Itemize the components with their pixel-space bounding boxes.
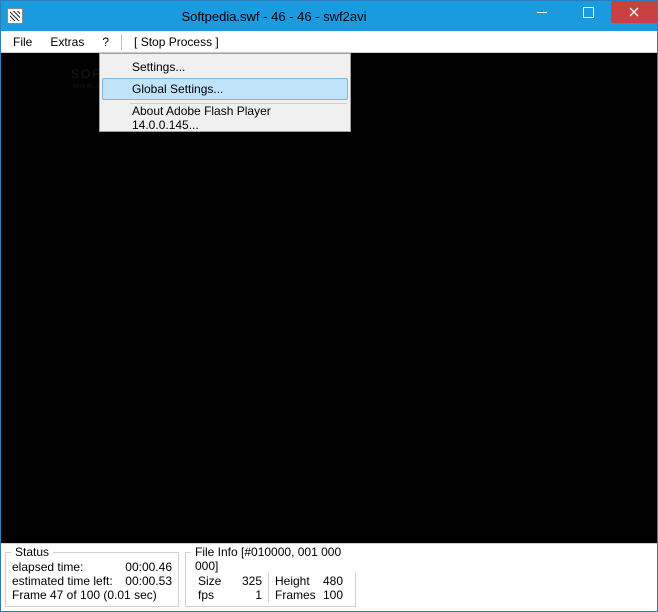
height-label: Height — [275, 574, 315, 588]
size-value: 325 — [240, 574, 262, 588]
window-title: Softpedia.swf - 46 - 46 - swf2avi — [29, 9, 519, 24]
fps-value: 1 — [240, 588, 262, 602]
frame-progress: Frame 47 of 100 (0.01 sec) — [12, 588, 157, 602]
status-group: Status elapsed time: 00:00.46 estimated … — [5, 546, 179, 607]
maximize-button[interactable] — [565, 1, 611, 23]
menu-help[interactable]: ? — [94, 33, 117, 51]
elapsed-value: 00:00.46 — [122, 560, 172, 574]
context-settings[interactable]: Settings... — [102, 56, 348, 78]
menu-file[interactable]: File — [5, 33, 40, 51]
size-label: Size — [198, 574, 240, 588]
fileinfo-group-label: File Info [#010000, 001 000 000] — [191, 545, 356, 573]
minimize-button[interactable] — [519, 1, 565, 23]
close-button[interactable] — [611, 1, 657, 23]
flash-context-menu: Settings... Global Settings... About Ado… — [99, 53, 351, 132]
window-controls — [519, 1, 657, 31]
frames-value: 100 — [315, 588, 343, 602]
status-bar: Status elapsed time: 00:00.46 estimated … — [1, 543, 657, 611]
context-global-settings[interactable]: Global Settings... — [102, 78, 348, 100]
menu-stop-process[interactable]: [ Stop Process ] — [126, 33, 227, 51]
eta-value: 00:00.53 — [122, 574, 172, 588]
context-about-flash[interactable]: About Adobe Flash Player 14.0.0.145... — [102, 107, 348, 129]
menu-separator — [121, 34, 122, 50]
elapsed-label: elapsed time: — [12, 560, 122, 574]
menubar: File Extras ? [ Stop Process ] — [1, 31, 657, 53]
titlebar[interactable]: Softpedia.swf - 46 - 46 - swf2avi — [1, 1, 657, 31]
flash-content-area[interactable]: SOFTPEDIA www.softpedia.com Settings... … — [1, 53, 657, 543]
fps-label: fps — [198, 588, 240, 602]
frames-label: Frames — [275, 588, 315, 602]
menu-extras[interactable]: Extras — [42, 33, 92, 51]
app-window: Softpedia.swf - 46 - 46 - swf2avi File E… — [0, 0, 658, 612]
eta-label: estimated time left: — [12, 574, 122, 588]
status-group-label: Status — [11, 545, 53, 559]
fileinfo-group: File Info [#010000, 001 000 000] Version… — [185, 546, 356, 607]
height-value: 480 — [315, 574, 343, 588]
app-icon — [7, 8, 23, 24]
